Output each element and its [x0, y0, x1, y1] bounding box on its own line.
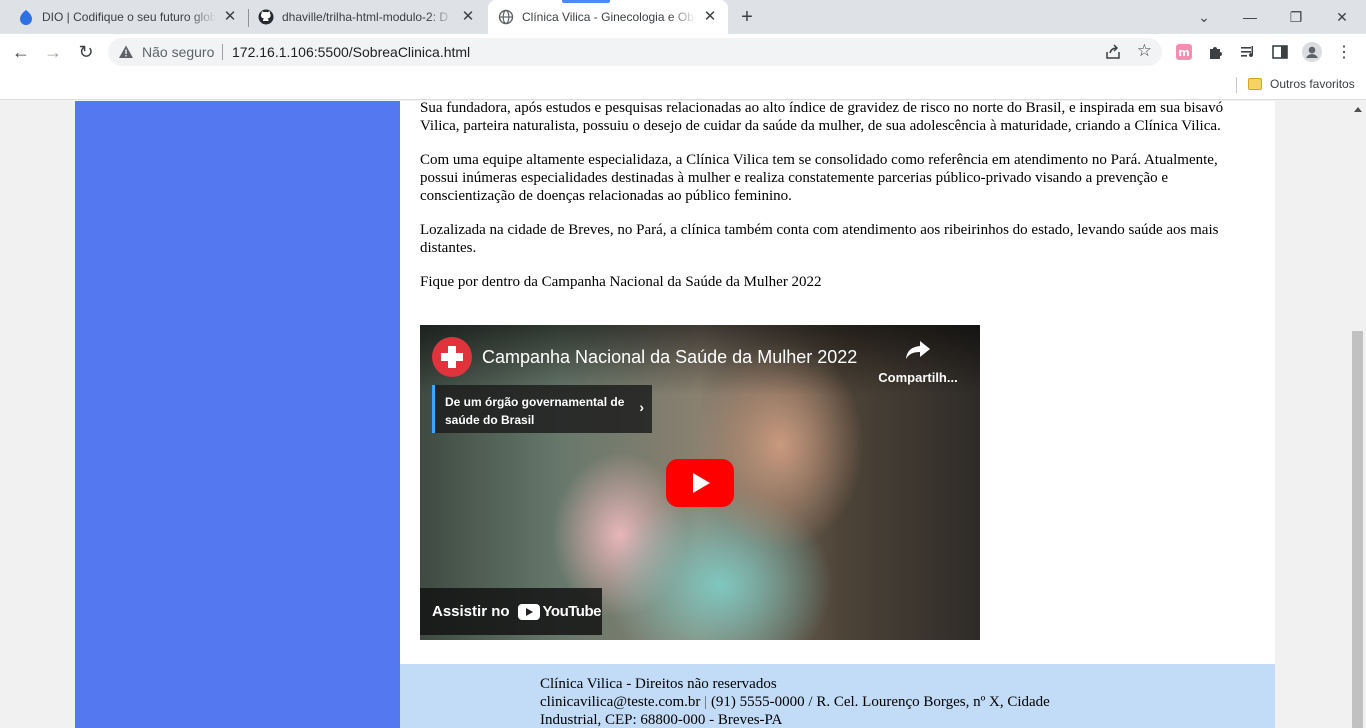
chevron-right-icon: › — [639, 399, 644, 415]
tab-github[interactable]: dhaville/trilha-html-modulo-2: D ✕ — [248, 0, 486, 34]
new-tab-button[interactable]: + — [736, 6, 758, 28]
github-icon — [258, 9, 274, 25]
footer-copyright: Clínica Vilica - Direitos não reservados — [540, 676, 777, 692]
paragraph-founder: Sua fundadora, após estudos e pesquisas … — [420, 101, 1224, 134]
tab-clinica-vilica[interactable]: Clínica Vilica - Ginecologia e Obs ✕ — [488, 0, 728, 34]
forward-icon[interactable]: → — [41, 40, 65, 64]
close-tab-icon[interactable]: ✕ — [222, 9, 238, 25]
blue-sidebar — [75, 101, 400, 728]
tab-dio[interactable]: DIO | Codifique o seu futuro glob ✕ — [8, 0, 248, 34]
media-queue-icon[interactable] — [1238, 42, 1258, 62]
scrollbar-thumb[interactable] — [1352, 331, 1363, 728]
address-bar[interactable]: Não seguro 172.16.1.106:5500/SobreaClini… — [108, 38, 1162, 66]
tab-activity-indicator — [562, 0, 610, 3]
browser-menu-icon[interactable]: ⋮ — [1334, 42, 1354, 62]
tab-strip: DIO | Codifique o seu futuro glob ✕ dhav… — [0, 0, 1366, 34]
close-tab-icon[interactable]: ✕ — [702, 9, 718, 25]
url-text[interactable]: 172.16.1.106:5500/SobreaClinica.html — [232, 44, 470, 60]
video-share-button[interactable]: Compartilh... — [878, 339, 958, 385]
tab-title: Clínica Vilica - Ginecologia e Obs — [522, 10, 696, 24]
extension-m-icon[interactable]: m — [1174, 42, 1194, 62]
side-panel-icon[interactable] — [1270, 42, 1290, 62]
svg-text:m: m — [1178, 46, 1189, 59]
tab-title: DIO | Codifique o seu futuro glob — [42, 10, 216, 24]
browser-toolbar: ← → ↻ Não seguro 172.16.1.106:5500/Sobre… — [0, 34, 1366, 70]
bookmark-star-icon[interactable]: ☆ — [1137, 41, 1152, 61]
reload-icon[interactable]: ↻ — [74, 40, 98, 64]
channel-avatar[interactable] — [432, 337, 472, 377]
youtube-embed[interactable]: Campanha Nacional da Saúde da Mulher 202… — [420, 325, 980, 640]
footer-email: clinicavilica@teste.com.br — [540, 694, 701, 710]
about-text: Sua fundadora, após estudos e pesquisas … — [420, 101, 1250, 307]
close-window-icon[interactable]: ✕ — [1330, 5, 1354, 29]
folder-icon[interactable] — [1248, 78, 1262, 90]
health-cross-icon — [441, 346, 463, 368]
youtube-play-icon — [517, 603, 540, 620]
paragraph-team: Com uma equipe altamente especialidaza, … — [420, 152, 1218, 204]
restore-icon[interactable]: ❐ — [1284, 5, 1308, 29]
info-panel[interactable]: De um órgão governamental de saúde do Br… — [432, 385, 652, 433]
back-icon[interactable]: ← — [9, 40, 33, 64]
extensions-puzzle-icon[interactable] — [1206, 42, 1226, 62]
watch-on-label: Assistir no — [432, 603, 510, 620]
security-label[interactable]: Não seguro — [142, 44, 214, 60]
youtube-wordmark: YouTube — [542, 603, 602, 620]
bookmarks-separator — [1236, 77, 1237, 93]
omnibox-divider — [222, 44, 223, 60]
page-viewport: Sua fundadora, após estudos e pesquisas … — [0, 101, 1350, 728]
profile-avatar-icon[interactable] — [1302, 42, 1322, 62]
minimize-icon[interactable]: — — [1238, 5, 1262, 29]
scroll-up-arrow-icon[interactable] — [1354, 107, 1362, 112]
page-footer: Clínica Vilica - Direitos não reservados… — [400, 664, 1275, 728]
tab-title: dhaville/trilha-html-modulo-2: D — [282, 10, 449, 24]
footer-contact-line: clinicavilica@teste.com.br | (91) 5555-0… — [540, 693, 1100, 728]
page-scrollbar[interactable] — [1350, 101, 1366, 728]
footer-separator: | — [704, 694, 708, 710]
play-button[interactable] — [666, 459, 734, 507]
globe-icon — [498, 9, 514, 25]
dio-icon — [18, 9, 34, 25]
other-bookmarks-folder[interactable]: Outros favoritos — [1270, 77, 1355, 91]
share-arrow-icon — [906, 341, 930, 359]
footer-text: Clínica Vilica - Direitos não reservados… — [540, 675, 1100, 728]
youtube-logo: YouTube — [517, 603, 602, 620]
share-icon[interactable] — [1104, 43, 1122, 61]
watch-on-youtube-button[interactable]: Assistir no YouTube — [420, 588, 602, 635]
video-title[interactable]: Campanha Nacional da Saúde da Mulher 202… — [482, 347, 857, 368]
tab-search-icon[interactable]: ⌄ — [1192, 5, 1216, 29]
main-content: Sua fundadora, após estudos e pesquisas … — [400, 101, 1275, 664]
warning-icon[interactable] — [118, 44, 134, 60]
bookmarks-bar: Outros favoritos — [0, 70, 1366, 100]
share-label: Compartilh... — [878, 370, 958, 385]
close-tab-icon[interactable]: ✕ — [460, 9, 476, 25]
paragraph-campaign: Fique por dentro da Campanha Nacional da… — [420, 274, 822, 290]
paragraph-location: Lozalizada na cidade de Breves, no Pará,… — [420, 222, 1219, 256]
info-panel-text: De um órgão governamental de saúde do Br… — [445, 395, 625, 427]
